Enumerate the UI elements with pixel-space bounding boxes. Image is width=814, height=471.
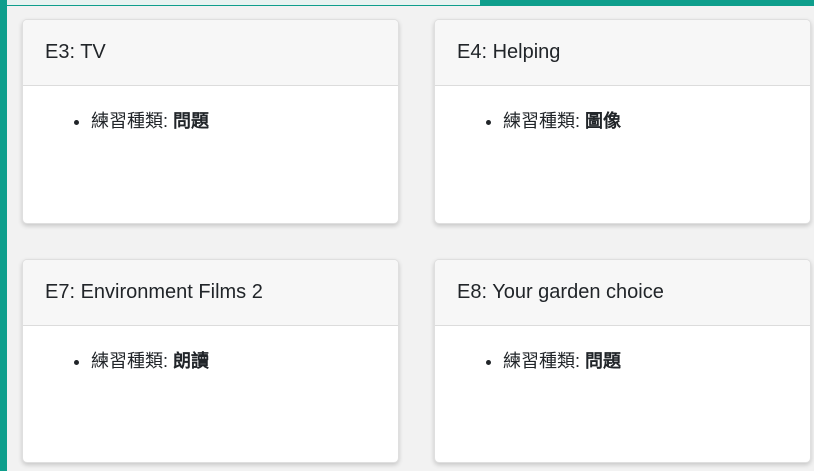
exercise-type-label: 練習種類:: [503, 111, 581, 131]
card-body: 練習種類: 朗讀: [23, 326, 398, 375]
list-item: 練習種類: 問題: [91, 107, 398, 135]
exercise-detail-list: 練習種類: 問題: [67, 107, 398, 135]
card-header: E7: Environment Films 2: [23, 260, 398, 326]
exercise-type-label: 練習種類:: [91, 351, 169, 371]
card-title[interactable]: E7: Environment Films 2: [45, 281, 263, 304]
exercise-type-value: 問題: [173, 111, 210, 131]
card-title[interactable]: E3: TV: [45, 41, 106, 64]
top-frame-tab: [7, 0, 480, 6]
card-title[interactable]: E4: Helping: [457, 41, 560, 64]
exercise-type-value: 圖像: [585, 111, 622, 131]
exercise-card-e3[interactable]: E3: TV 練習種類: 問題: [22, 19, 399, 224]
list-item: 練習種類: 朗讀: [91, 347, 398, 375]
exercise-card-e7[interactable]: E7: Environment Films 2 練習種類: 朗讀: [22, 259, 399, 463]
card-body: 練習種類: 問題: [23, 86, 398, 135]
list-item: 練習種類: 問題: [503, 347, 810, 375]
card-body: 練習種類: 圖像: [435, 86, 810, 135]
exercise-type-label: 練習種類:: [91, 111, 169, 131]
exercise-card-e4[interactable]: E4: Helping 練習種類: 圖像: [434, 19, 811, 224]
exercise-detail-list: 練習種類: 問題: [479, 347, 810, 375]
card-title[interactable]: E8: Your garden choice: [457, 281, 664, 304]
exercise-card-e8[interactable]: E8: Your garden choice 練習種類: 問題: [434, 259, 811, 463]
exercise-type-value: 問題: [585, 351, 622, 371]
card-header: E4: Helping: [435, 20, 810, 86]
exercise-type-label: 練習種類:: [503, 351, 581, 371]
list-item: 練習種類: 圖像: [503, 107, 810, 135]
exercise-detail-list: 練習種類: 圖像: [479, 107, 810, 135]
left-frame-bar: [0, 0, 7, 471]
card-header: E3: TV: [23, 20, 398, 86]
card-header: E8: Your garden choice: [435, 260, 810, 326]
exercise-type-value: 朗讀: [173, 351, 210, 371]
exercise-detail-list: 練習種類: 朗讀: [67, 347, 398, 375]
card-body: 練習種類: 問題: [435, 326, 810, 375]
